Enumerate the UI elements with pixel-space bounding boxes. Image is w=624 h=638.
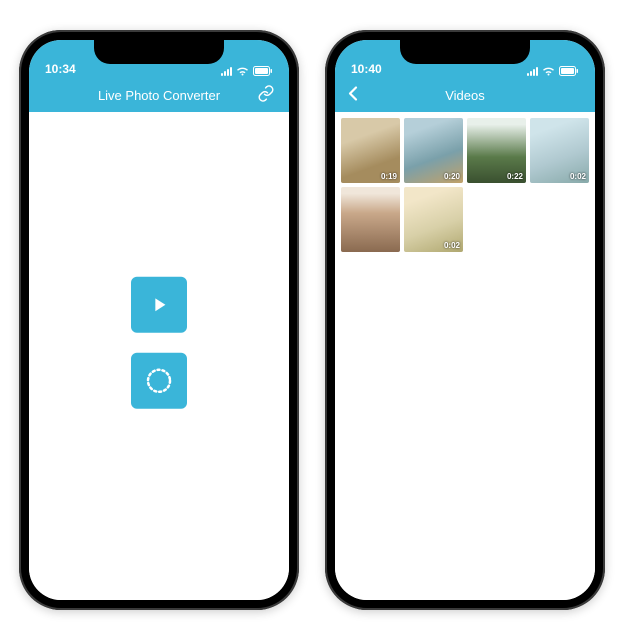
wifi-icon [542,66,555,76]
video-thumb[interactable]: 0:19 [341,118,400,183]
battery-icon [253,66,273,76]
video-thumb[interactable]: 0:02 [404,187,463,252]
status-indicators [221,66,273,76]
page-title: Videos [445,88,485,103]
video-thumb[interactable] [341,187,400,252]
screen: 10:40 Videos 0:19 0:20 0:22 0:02 [335,40,595,600]
video-thumb[interactable]: 0:20 [404,118,463,183]
status-indicators [527,66,579,76]
status-time: 10:40 [351,62,382,76]
phone-mockup-left: 10:34 Live Photo Converter [19,30,299,610]
video-duration: 0:02 [444,241,460,250]
signal-icon [527,67,538,76]
video-duration: 0:20 [444,172,460,181]
main-content [29,112,289,600]
status-time: 10:34 [45,62,76,76]
battery-icon [559,66,579,76]
video-duration: 0:19 [381,172,397,181]
link-icon [257,85,275,103]
notch [400,40,530,64]
notch [94,40,224,64]
video-grid: 0:19 0:20 0:22 0:02 0:02 [335,112,595,258]
main-content: 0:19 0:20 0:22 0:02 0:02 [335,112,595,600]
play-icon [148,294,170,316]
nav-bar: Videos [335,78,595,112]
chevron-left-icon [347,86,359,102]
screen: 10:34 Live Photo Converter [29,40,289,600]
video-duration: 0:02 [570,172,586,181]
video-thumb[interactable]: 0:22 [467,118,526,183]
phone-mockup-right: 10:40 Videos 0:19 0:20 0:22 0:02 [325,30,605,610]
video-thumb[interactable]: 0:02 [530,118,589,183]
live-photo-icon [144,366,174,396]
live-photo-button[interactable] [131,353,187,409]
video-button[interactable] [131,277,187,333]
back-button[interactable] [347,86,359,105]
nav-bar: Live Photo Converter [29,78,289,112]
action-buttons [131,277,187,409]
page-title: Live Photo Converter [98,88,220,103]
settings-button[interactable] [257,85,275,106]
wifi-icon [236,66,249,76]
signal-icon [221,67,232,76]
video-duration: 0:22 [507,172,523,181]
